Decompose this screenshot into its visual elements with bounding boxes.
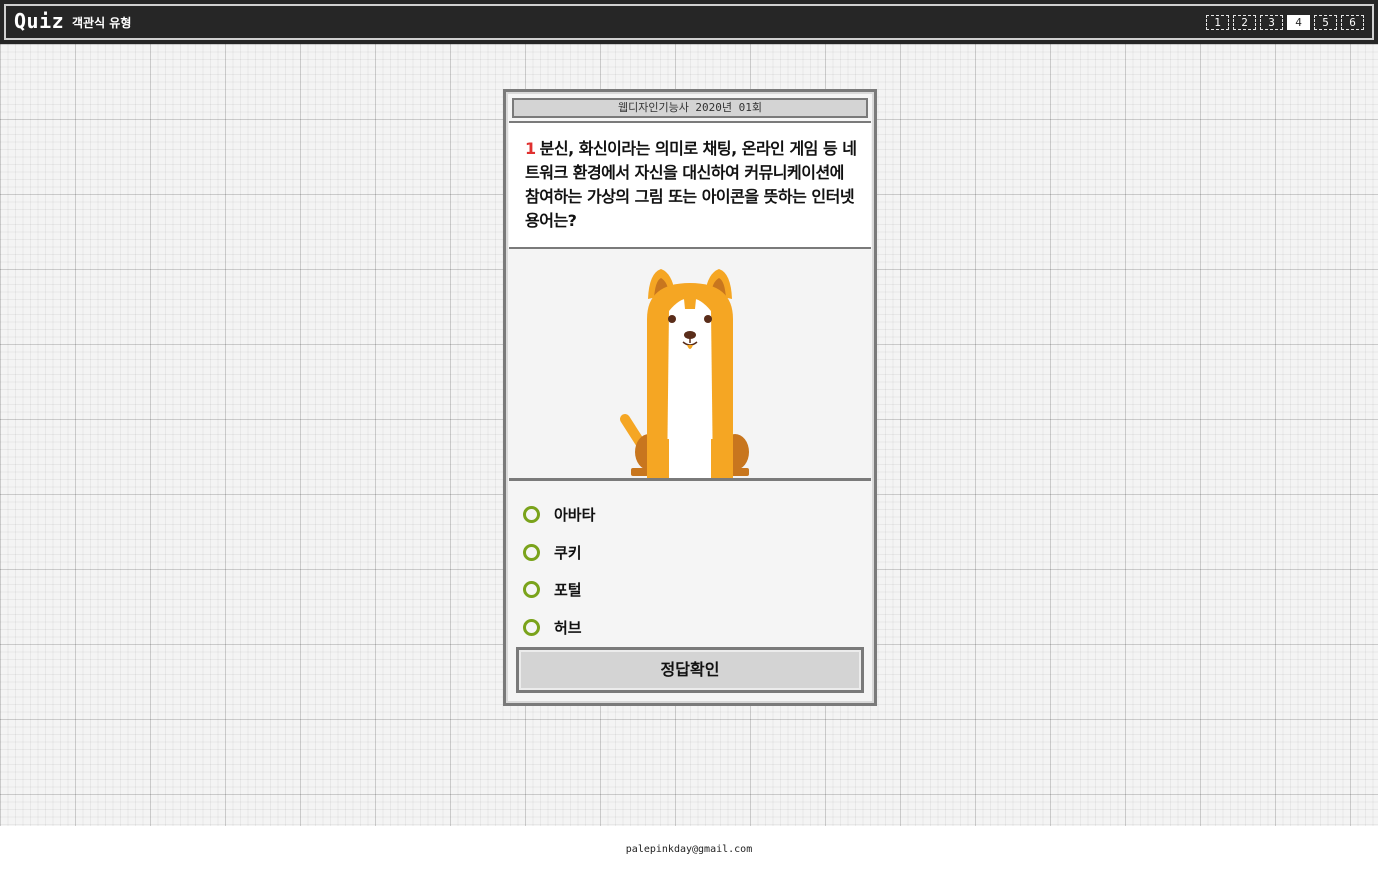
answer-options: 아바타 쿠키 포털 허브 (523, 496, 853, 646)
top-header: Quiz 객관식 유형 1 2 3 4 5 6 (0, 0, 1378, 44)
footer: palepinkday@gmail.com (0, 826, 1378, 872)
header-subtitle: 객관식 유형 (72, 16, 132, 30)
question-body: 분신, 화신이라는 의미로 채팅, 온라인 게임 등 네트워크 환경에서 자신을… (525, 139, 857, 230)
quiz-card: 웹디자인기능사 2020년 01회 1 분신, 화신이라는 의미로 채팅, 온라인… (503, 89, 877, 706)
option-2[interactable]: 쿠키 (523, 534, 853, 572)
radio-button[interactable] (523, 543, 540, 561)
quiz-title: 웹디자인기능사 2020년 01회 (512, 98, 868, 118)
option-label: 허브 (554, 618, 582, 637)
radio-button[interactable] (523, 581, 540, 599)
logo[interactable]: Quiz (14, 8, 64, 34)
question-box: 1 분신, 화신이라는 의미로 채팅, 온라인 게임 등 네트워크 환경에서 자신… (509, 121, 871, 249)
question-text: 1 분신, 화신이라는 의미로 채팅, 온라인 게임 등 네트워크 환경에서 자신… (525, 137, 857, 233)
dog-illustration-icon (620, 269, 749, 478)
footer-email[interactable]: palepinkday@gmail.com (626, 844, 752, 855)
page-button-6[interactable]: 6 (1341, 15, 1364, 30)
header-frame (4, 4, 1374, 40)
page-button-4[interactable]: 4 (1287, 15, 1310, 30)
option-label: 아바타 (554, 506, 596, 525)
option-4[interactable]: 허브 (523, 609, 853, 647)
option-label: 포털 (554, 581, 582, 600)
option-3[interactable]: 포털 (523, 571, 853, 609)
radio-button[interactable] (523, 618, 540, 636)
option-1[interactable]: 아바타 (523, 496, 853, 534)
check-answer-button[interactable]: 정답확인 (516, 647, 864, 693)
radio-button[interactable] (523, 506, 540, 524)
page-button-1[interactable]: 1 (1206, 15, 1229, 30)
page-button-3[interactable]: 3 (1260, 15, 1283, 30)
option-label: 쿠키 (554, 543, 582, 562)
question-image (509, 249, 871, 481)
page-button-5[interactable]: 5 (1314, 15, 1337, 30)
question-pager: 1 2 3 4 5 6 (1206, 15, 1364, 30)
page-button-2[interactable]: 2 (1233, 15, 1256, 30)
question-number: 1 (525, 139, 536, 158)
